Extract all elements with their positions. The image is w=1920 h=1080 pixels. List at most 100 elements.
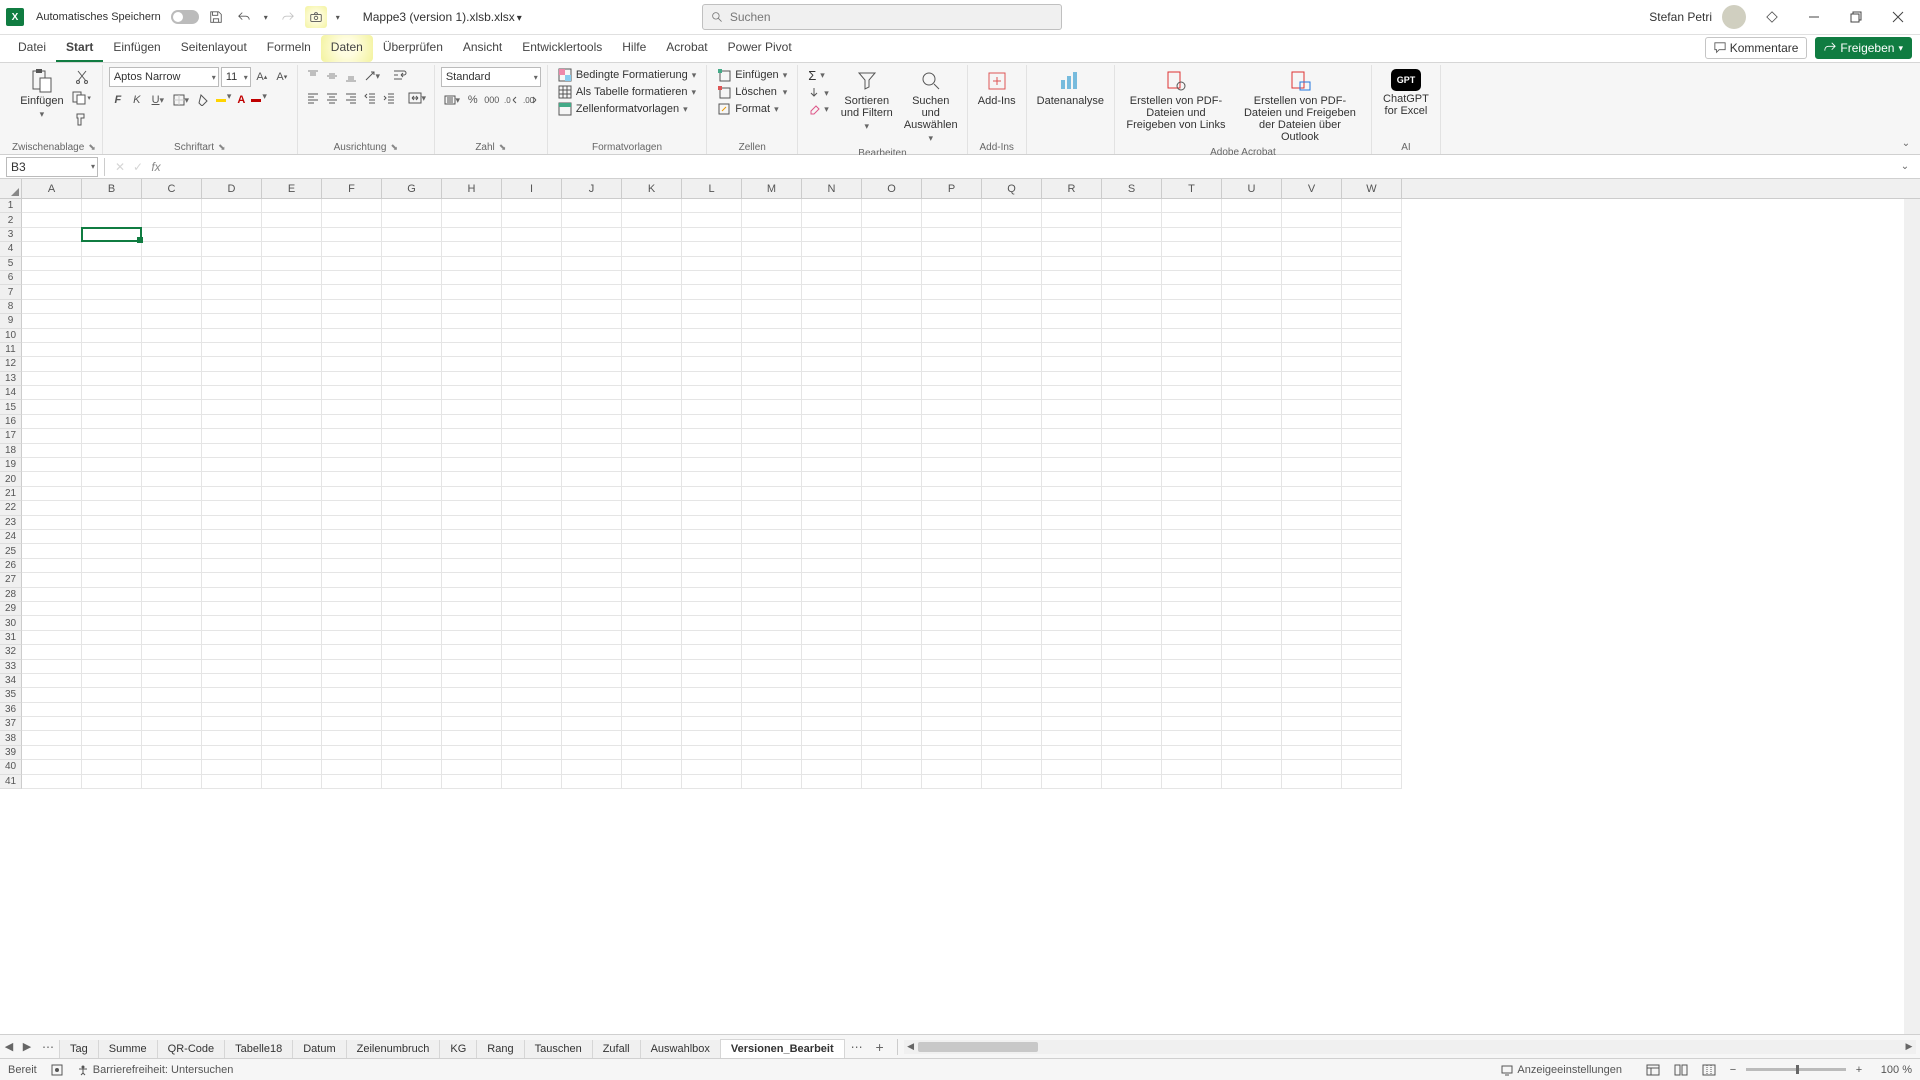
cell[interactable] (262, 400, 322, 414)
cell[interactable] (742, 674, 802, 688)
cell[interactable] (262, 631, 322, 645)
cell[interactable] (622, 400, 682, 414)
cell[interactable] (322, 458, 382, 472)
cell[interactable] (922, 228, 982, 242)
cell[interactable] (1162, 199, 1222, 213)
cell[interactable] (622, 300, 682, 314)
sheet-nav-next[interactable]: ▶ (18, 1037, 36, 1057)
cell[interactable] (322, 487, 382, 501)
cell[interactable] (82, 487, 142, 501)
cell[interactable] (1042, 343, 1102, 357)
cell[interactable] (202, 372, 262, 386)
cell[interactable] (862, 199, 922, 213)
cell[interactable] (1162, 386, 1222, 400)
cell[interactable] (982, 257, 1042, 271)
column-header[interactable]: J (562, 179, 622, 198)
cell[interactable] (1162, 746, 1222, 760)
cell[interactable] (502, 300, 562, 314)
cell[interactable] (442, 703, 502, 717)
cell[interactable] (82, 357, 142, 371)
cell[interactable] (262, 444, 322, 458)
cell[interactable] (202, 487, 262, 501)
cell[interactable] (382, 458, 442, 472)
cell[interactable] (1342, 746, 1402, 760)
cell[interactable] (382, 429, 442, 443)
cell[interactable] (502, 544, 562, 558)
cell[interactable] (1342, 602, 1402, 616)
row-header[interactable]: 7 (0, 285, 22, 299)
cell[interactable] (802, 602, 862, 616)
cell[interactable] (502, 285, 562, 299)
cell[interactable] (82, 688, 142, 702)
cell[interactable] (262, 775, 322, 789)
cell[interactable] (1102, 257, 1162, 271)
cell[interactable] (622, 703, 682, 717)
copy-icon[interactable]: ▾ (72, 88, 92, 108)
redo-icon[interactable] (277, 6, 299, 28)
cell[interactable] (562, 300, 622, 314)
cell[interactable] (1342, 314, 1402, 328)
cell[interactable] (1102, 559, 1162, 573)
cell[interactable] (262, 544, 322, 558)
cell[interactable] (262, 588, 322, 602)
cell[interactable] (382, 357, 442, 371)
cell[interactable] (1102, 314, 1162, 328)
cell[interactable] (442, 300, 502, 314)
fill-button[interactable]: ▾ (804, 86, 833, 100)
cell[interactable] (682, 472, 742, 486)
cell[interactable] (1162, 400, 1222, 414)
cell[interactable] (1282, 472, 1342, 486)
cell[interactable] (382, 746, 442, 760)
cell[interactable] (742, 357, 802, 371)
cell[interactable] (982, 775, 1042, 789)
cell[interactable] (142, 444, 202, 458)
cell[interactable] (22, 660, 82, 674)
italic-button[interactable]: K (128, 91, 146, 109)
cell[interactable] (1222, 228, 1282, 242)
cell[interactable] (982, 458, 1042, 472)
cell[interactable] (82, 314, 142, 328)
cell[interactable] (202, 573, 262, 587)
sheet-tab-versionen_bearbeit[interactable]: Versionen_Bearbeit (720, 1039, 845, 1058)
row-header[interactable]: 27 (0, 573, 22, 587)
cell[interactable] (922, 458, 982, 472)
cell[interactable] (682, 573, 742, 587)
row-header[interactable]: 21 (0, 487, 22, 501)
cell[interactable] (202, 775, 262, 789)
cell[interactable] (1342, 271, 1402, 285)
cell[interactable] (502, 429, 562, 443)
cell[interactable] (262, 300, 322, 314)
cell[interactable] (982, 588, 1042, 602)
cell[interactable] (922, 616, 982, 630)
column-header[interactable]: V (1282, 179, 1342, 198)
cell[interactable] (922, 703, 982, 717)
cell[interactable] (1342, 674, 1402, 688)
cell[interactable] (622, 717, 682, 731)
cell[interactable] (1342, 544, 1402, 558)
cell[interactable] (862, 674, 922, 688)
cell[interactable] (322, 573, 382, 587)
cell[interactable] (502, 530, 562, 544)
cell[interactable] (22, 242, 82, 256)
cell[interactable] (562, 228, 622, 242)
cell[interactable] (442, 343, 502, 357)
borders-button[interactable]: ▾ (170, 91, 192, 109)
cell[interactable] (1042, 242, 1102, 256)
cell[interactable] (82, 544, 142, 558)
cell[interactable] (1222, 314, 1282, 328)
cell[interactable] (1222, 516, 1282, 530)
cell[interactable] (742, 400, 802, 414)
cell[interactable] (982, 228, 1042, 242)
cell[interactable] (142, 472, 202, 486)
cell[interactable] (22, 688, 82, 702)
cell[interactable] (1282, 516, 1342, 530)
cell[interactable] (682, 516, 742, 530)
cell[interactable] (562, 645, 622, 659)
cell[interactable] (382, 573, 442, 587)
cell[interactable] (442, 731, 502, 745)
cell[interactable] (562, 487, 622, 501)
cell[interactable] (742, 458, 802, 472)
cell[interactable] (682, 616, 742, 630)
zoom-out-button[interactable]: − (1726, 1064, 1740, 1076)
cell[interactable] (382, 444, 442, 458)
